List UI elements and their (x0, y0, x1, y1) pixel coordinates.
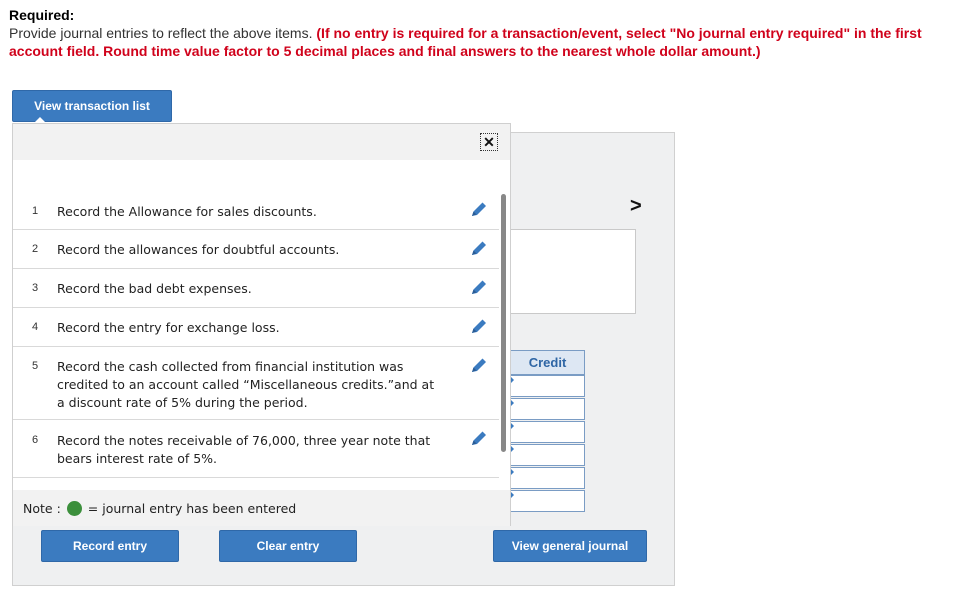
list-item[interactable]: 3 Record the bad debt expenses. (13, 269, 499, 308)
credit-input-3[interactable] (510, 421, 585, 443)
item-number: 2 (31, 243, 39, 255)
popup-caret (34, 117, 46, 123)
required-title: Required: (9, 7, 75, 23)
instructions-text: Provide journal entries to reflect the a… (9, 24, 964, 60)
credit-column-header: Credit (510, 350, 585, 375)
popup-header: ✕ (13, 124, 510, 160)
item-text: Record the entry for exchange loss. (57, 320, 280, 335)
pencil-icon[interactable] (469, 356, 489, 376)
credit-input-6[interactable] (510, 490, 585, 512)
list-item[interactable]: 2 Record the allowances for doubtful acc… (13, 230, 499, 269)
list-item[interactable]: 4 Record the entry for exchange loss. (13, 308, 499, 347)
pencil-icon[interactable] (469, 429, 489, 449)
item-number: 1 (31, 205, 39, 217)
pencil-icon[interactable] (469, 239, 489, 259)
credit-input-4[interactable] (510, 444, 585, 466)
list-scrollbar[interactable] (501, 194, 506, 452)
entered-dot-icon (66, 500, 82, 516)
note-text: = journal entry has been entered (87, 500, 297, 516)
note-legend: Note : = journal entry has been entered (13, 490, 510, 526)
transaction-list: 1 Record the Allowance for sales discoun… (13, 186, 499, 516)
pencil-icon[interactable] (469, 278, 489, 298)
close-icon[interactable]: ✕ (480, 133, 498, 151)
transaction-list-popup: ✕ 1 Record the Allowance for sales disco… (12, 123, 511, 526)
instructions-header: Required: Provide journal entries to ref… (9, 6, 964, 60)
item-text: Record the cash collected from financial… (57, 359, 435, 410)
list-item[interactable]: 1 Record the Allowance for sales discoun… (13, 186, 499, 230)
credit-input-2[interactable] (510, 398, 585, 420)
chevron-right-icon[interactable]: > (630, 195, 642, 218)
view-general-journal-button[interactable]: View general journal (493, 530, 647, 562)
pencil-icon[interactable] (469, 200, 489, 220)
item-number: 4 (31, 321, 39, 333)
item-text: Record the Allowance for sales discounts… (57, 204, 317, 219)
note-label: Note : (23, 500, 61, 516)
item-number: 3 (31, 282, 39, 294)
credit-input-1[interactable] (510, 375, 585, 397)
journal-description-box (502, 229, 636, 314)
record-entry-button[interactable]: Record entry (41, 530, 179, 562)
item-number: 5 (31, 360, 39, 372)
instruction-plain: Provide journal entries to reflect the a… (9, 25, 317, 41)
credit-input-5[interactable] (510, 467, 585, 489)
pencil-icon[interactable] (469, 317, 489, 337)
list-item[interactable]: 5 Record the cash collected from financi… (13, 347, 499, 420)
list-item[interactable]: 6 Record the notes receivable of 76,000,… (13, 420, 499, 478)
item-text: Record the allowances for doubtful accou… (57, 242, 340, 257)
item-text: Record the bad debt expenses. (57, 281, 252, 296)
clear-entry-button[interactable]: Clear entry (219, 530, 357, 562)
item-number: 6 (31, 434, 39, 446)
item-text: Record the notes receivable of 76,000, t… (57, 433, 431, 466)
